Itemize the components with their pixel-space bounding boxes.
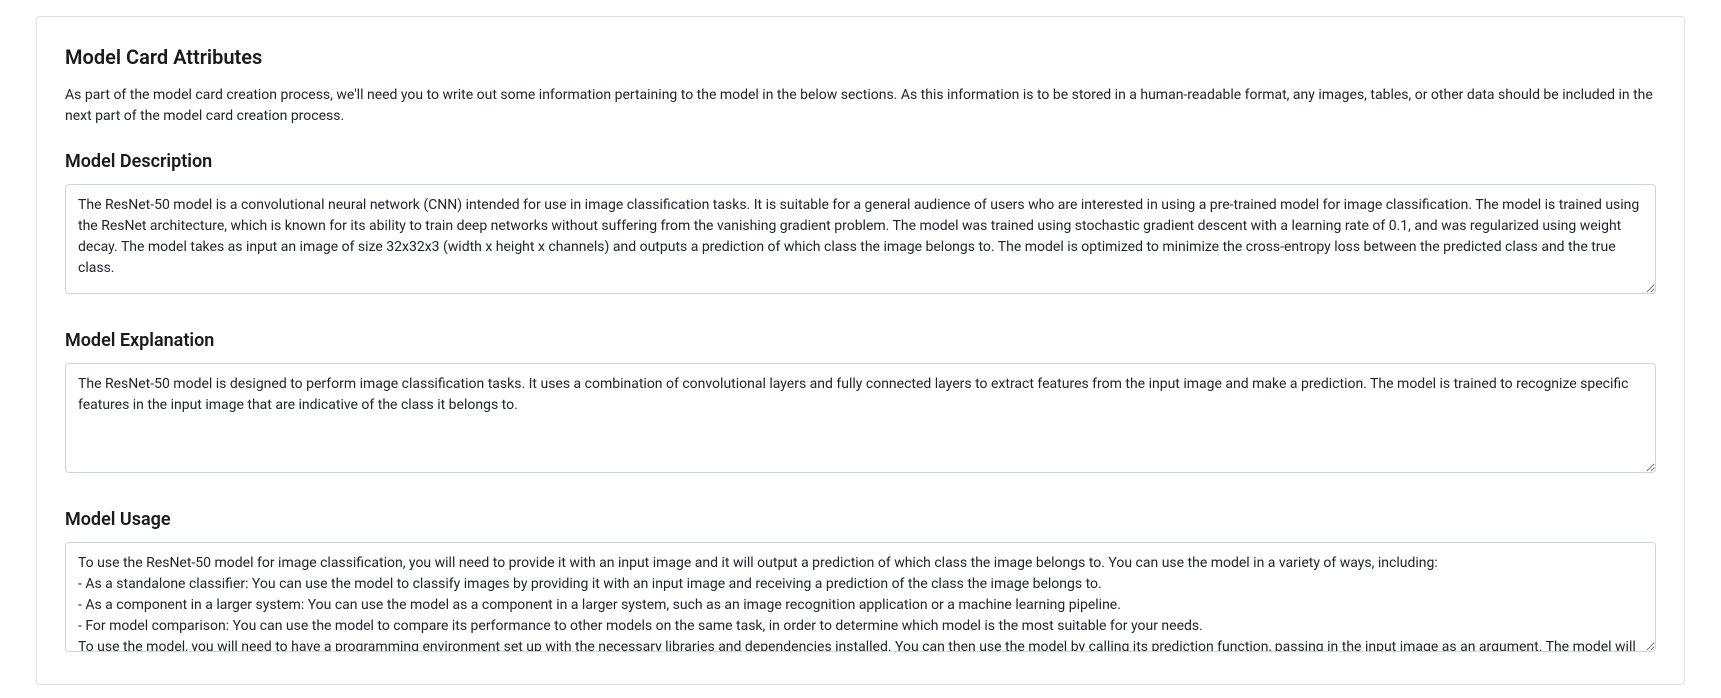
attributes-title: Model Card Attributes [65,45,1656,69]
model-description-input[interactable] [65,184,1656,294]
explanation-title: Model Explanation [65,330,1656,351]
description-title: Model Description [65,151,1656,172]
attributes-intro: As part of the model card creation proce… [65,85,1656,127]
model-usage-input[interactable] [65,542,1656,652]
model-explanation-input[interactable] [65,363,1656,473]
model-card-attributes-card: Model Card Attributes As part of the mod… [36,16,1685,685]
usage-title: Model Usage [65,509,1656,530]
